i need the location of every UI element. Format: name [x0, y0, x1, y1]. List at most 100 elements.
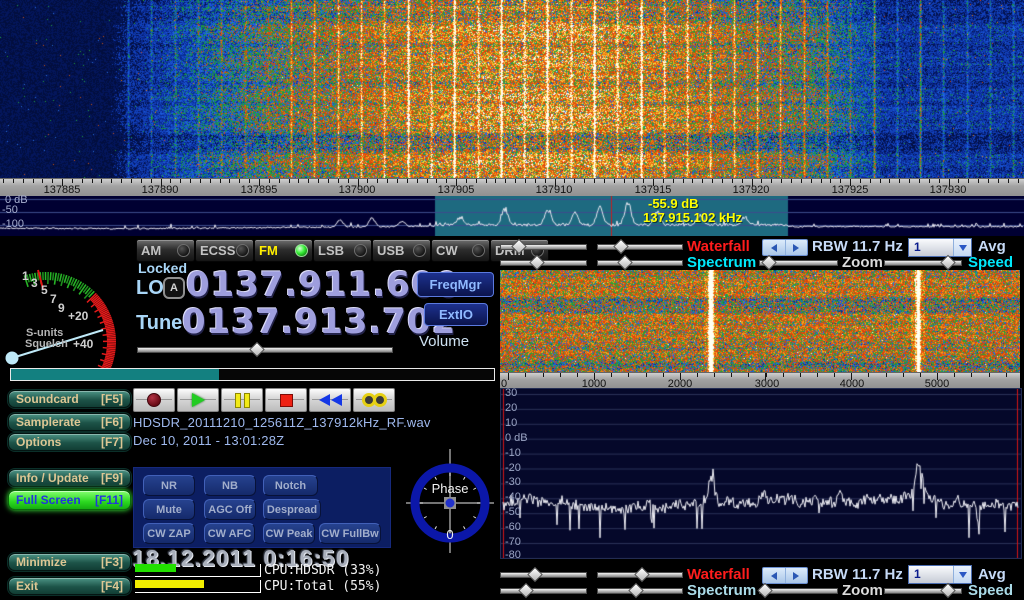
waterfall-brightness-slider-top[interactable]	[500, 240, 587, 253]
speed-slider-top[interactable]	[884, 256, 962, 269]
cw-afc-button[interactable]: CW AFC	[204, 523, 255, 544]
cw-fullbw-button[interactable]: CW FullBw	[319, 523, 381, 544]
notch-button[interactable]: Notch	[263, 475, 318, 496]
smeter-scale-label: 9	[58, 301, 65, 315]
avg-label-bottom: Avg	[978, 566, 1006, 583]
rf-spectrum-strip[interactable]: 0 dB -50 -100 -55.9 dB 137.915.102 kHz	[0, 196, 1024, 236]
mode-led	[354, 244, 367, 257]
rf-frequency-ruler[interactable]: 137885 137890 137895 137900 137905 13791…	[0, 178, 1024, 198]
scroll-right-arrow-icon[interactable]	[785, 568, 808, 583]
lo-label: LO	[136, 277, 164, 300]
af-spectrum-display[interactable]: 30 20 10 0 dB -10 -20 -30 -40 -50 -60 -7…	[500, 388, 1022, 559]
zoom-slider-bottom[interactable]	[759, 584, 838, 597]
freqmgr-button[interactable]: FreqMgr	[417, 272, 494, 297]
cw-peak-button[interactable]: CW Peak	[263, 523, 315, 544]
squelch-knob[interactable]	[6, 352, 19, 365]
phase-center-dot	[446, 499, 455, 508]
waterfall-contrast-slider-bottom[interactable]	[597, 568, 683, 581]
fullscreen-button[interactable]: Full Screen[F11]	[8, 490, 131, 510]
mode-button-ecss[interactable]: ECSS	[195, 239, 254, 262]
waterfall-brightness-slider-bottom[interactable]	[500, 568, 587, 581]
spectrum-brightness-slider-top[interactable]	[500, 256, 587, 269]
tune-label: Tune	[136, 312, 182, 335]
stop-icon	[280, 394, 293, 407]
mode-button-cw[interactable]: CW	[431, 239, 490, 262]
mode-label: FM	[259, 243, 278, 258]
mode-label: USB	[377, 243, 404, 258]
lo-auto-button[interactable]: A	[163, 277, 185, 299]
playback-progress-bar[interactable]	[10, 368, 495, 381]
zoom-slider-top[interactable]	[759, 256, 838, 269]
mute-button[interactable]: Mute	[143, 499, 195, 520]
scroll-left-arrow-icon[interactable]	[763, 568, 785, 583]
volume-label: Volume	[419, 333, 469, 350]
button-hotkey: [F4]	[101, 579, 123, 593]
db-axis-label: -10	[505, 447, 521, 459]
smeter-scale-label: 5	[41, 283, 48, 297]
minimize-button[interactable]: Minimize[F3]	[8, 553, 131, 571]
cw-zap-button[interactable]: CW ZAP	[143, 523, 195, 544]
spectrum-contrast-slider-top[interactable]	[597, 256, 683, 269]
mode-label: AM	[141, 243, 161, 258]
spectrum-brightness-slider-bottom[interactable]	[500, 584, 587, 597]
band-scroll-top[interactable]	[762, 239, 808, 256]
rewind-button[interactable]	[309, 388, 351, 412]
pause-button[interactable]	[221, 388, 263, 412]
nr-button[interactable]: NR	[143, 475, 195, 496]
nb-button[interactable]: NB	[204, 475, 256, 496]
soundcard-button[interactable]: Soundcard[F5]	[8, 390, 131, 408]
record-button[interactable]	[133, 388, 175, 412]
scroll-right-arrow-icon[interactable]	[785, 240, 808, 255]
db-axis-label: -80	[505, 549, 521, 561]
stop-button[interactable]	[265, 388, 307, 412]
avg-dropdown-bottom[interactable]: 1	[908, 565, 972, 584]
button-hotkey: [F6]	[101, 415, 123, 429]
band-scroll-bottom[interactable]	[762, 567, 808, 584]
info-update-button[interactable]: Info / Update[F9]	[8, 469, 131, 487]
zoom-label-top: Zoom	[842, 254, 883, 271]
pause-icon	[235, 393, 250, 408]
smeter-scale-label: +40	[73, 337, 94, 351]
record-icon	[147, 393, 161, 407]
s-meter[interactable]: 1 3 5 7 9 +20 +40 S-units Squelch	[0, 250, 135, 385]
agc-button[interactable]: AGC Off	[204, 499, 256, 520]
mode-button-usb[interactable]: USB	[372, 239, 431, 262]
rewind-icon	[319, 394, 342, 406]
loop-button[interactable]	[353, 388, 395, 412]
options-button[interactable]: Options[F7]	[8, 433, 131, 451]
af-waterfall-display[interactable]	[500, 270, 1020, 372]
phase-zero-label: 0	[446, 527, 453, 542]
tune-frequency-display[interactable]: 0137.913.702	[182, 302, 456, 342]
slider-track[interactable]	[137, 347, 393, 353]
mode-led-active	[295, 244, 308, 257]
mode-button-lsb[interactable]: LSB	[313, 239, 372, 262]
play-button[interactable]	[177, 388, 219, 412]
button-label: Info / Update	[16, 471, 89, 485]
af-spectrum-canvas[interactable]	[501, 389, 1021, 558]
mode-led	[177, 244, 190, 257]
spectrum-contrast-slider-bottom[interactable]	[597, 584, 683, 597]
rf-waterfall-display[interactable]	[0, 0, 1024, 178]
rbw-readout-top: RBW 11.7 Hz	[812, 238, 903, 255]
volume-slider[interactable]	[137, 343, 393, 356]
mode-button-fm[interactable]: FM	[254, 239, 313, 262]
extio-button[interactable]: ExtIO	[424, 303, 488, 326]
mode-button-am[interactable]: AM	[136, 239, 195, 262]
mode-led	[472, 244, 485, 257]
hdsdr-window: 137885 137890 137895 137900 137905 13791…	[0, 0, 1024, 600]
play-icon	[192, 393, 205, 407]
slider-thumb[interactable]	[250, 342, 266, 358]
smeter-scale-label: 1	[22, 269, 29, 283]
rbw-readout-bottom: RBW 11.7 Hz	[812, 566, 903, 583]
rf-spectrum-strip-canvas[interactable]	[0, 196, 1024, 236]
avg-dropdown-top[interactable]: 1	[908, 238, 972, 257]
dropdown-arrow-icon[interactable]	[953, 566, 971, 583]
scroll-left-arrow-icon[interactable]	[763, 240, 785, 255]
waterfall-contrast-slider-top[interactable]	[597, 240, 683, 253]
despread-button[interactable]: Despread	[263, 499, 321, 520]
exit-button[interactable]: Exit[F4]	[8, 577, 131, 595]
speed-slider-bottom[interactable]	[884, 584, 962, 597]
recording-filename: HDSDR_20111210_125611Z_137912kHz_RF.wav	[133, 415, 431, 430]
samplerate-button[interactable]: Samplerate[F6]	[8, 413, 131, 431]
cursor-frequency-readout: 137.915.102 kHz	[643, 210, 742, 225]
